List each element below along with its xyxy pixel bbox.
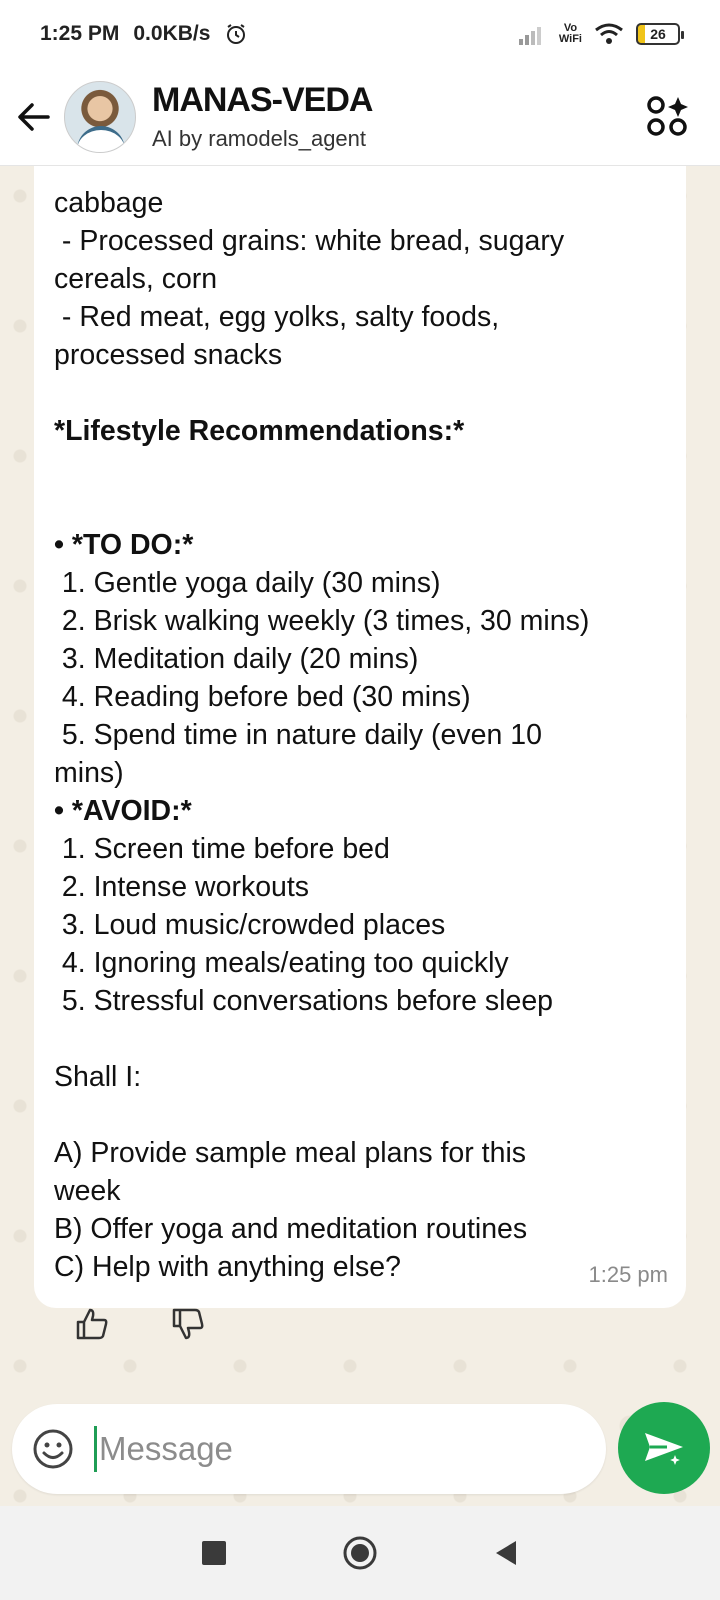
vowifi-bottom: WiFi (558, 33, 582, 45)
todo-item: 4. Reading before bed (30 mins) (54, 681, 471, 713)
message-line: processed snacks (54, 339, 283, 371)
question-line: Shall I: (54, 1061, 142, 1093)
option-line: C) Help with anything else? (54, 1251, 401, 1283)
system-nav-bar (0, 1506, 720, 1600)
todo-item: 3. Meditation daily (20 mins) (54, 643, 419, 675)
text-cursor (94, 1426, 97, 1472)
avoid-item: 1. Screen time before bed (54, 833, 390, 865)
lifestyle-heading: *Lifestyle Recommendations:* (54, 415, 465, 447)
todo-item: 5. Spend time in nature daily (even 10 (54, 719, 542, 751)
wifi-icon (595, 23, 623, 44)
thumbs-down-icon[interactable] (170, 1306, 206, 1342)
avatar[interactable] (64, 80, 136, 153)
back-triangle-icon[interactable] (488, 1535, 524, 1571)
message-line: - Processed grains: white bread, sugary (54, 225, 565, 257)
chat-subtitle: AI by ramodels_agent (152, 126, 367, 151)
message-line: cabbage (54, 187, 164, 219)
title-block[interactable]: MANAS-VEDA AI by ramodels_agent (152, 81, 646, 152)
clipped-line (54, 168, 666, 184)
feedback-reactions (34, 1282, 274, 1366)
todo-item: 2. Brisk walking weekly (3 times, 30 min… (54, 605, 590, 637)
option-line: A) Provide sample meal plans for this (54, 1137, 527, 1169)
status-time: 1:25 PM (40, 22, 120, 45)
send-button[interactable] (618, 1402, 710, 1494)
chat-area[interactable]: cabbage - Processed grains: white bread,… (0, 166, 720, 1506)
todo-item: 1. Gentle yoga daily (30 mins) (54, 567, 441, 599)
message-line: - Red meat, egg yolks, salty foods, (54, 301, 500, 333)
battery-indicator: 26 (636, 23, 684, 45)
option-line: B) Offer yoga and meditation routines (54, 1213, 528, 1245)
arrow-left-icon[interactable] (14, 97, 54, 137)
smiley-icon[interactable] (32, 1428, 74, 1470)
chat-header: MANAS-VEDA AI by ramodels_agent (0, 68, 720, 166)
chat-title: MANAS-VEDA (152, 81, 373, 119)
avoid-heading: • *AVOID:* (54, 795, 192, 827)
option-line: week (54, 1175, 121, 1207)
todo-item: mins) (54, 757, 124, 789)
vowifi-indicator: Vo WiFi (559, 23, 582, 45)
avoid-item: 4. Ignoring meals/eating too quickly (54, 947, 509, 979)
avoid-item: 5. Stressful conversations before sleep (54, 985, 554, 1017)
home-circle-icon[interactable] (342, 1535, 378, 1571)
status-bar: 1:25 PM 0.0KB/s Vo WiFi 26 (0, 0, 720, 68)
message-timestamp: 1:25 pm (588, 1262, 669, 1287)
status-right: Vo WiFi 26 (517, 22, 684, 46)
message-line: cereals, corn (54, 263, 218, 295)
message-input[interactable] (99, 1430, 539, 1468)
avoid-item: 3. Loud music/crowded places (54, 909, 446, 941)
apps-sparkle-icon[interactable] (646, 95, 690, 139)
message-composer (12, 1404, 606, 1494)
recents-square-icon[interactable] (196, 1535, 232, 1571)
status-left: 1:25 PM 0.0KB/s (40, 22, 248, 46)
thumbs-up-icon[interactable] (74, 1306, 110, 1342)
signal-icon (518, 27, 541, 45)
todo-heading: • *TO DO:* (54, 529, 194, 561)
alarm-icon (227, 24, 246, 44)
message-bubble: cabbage - Processed grains: white bread,… (34, 166, 686, 1308)
send-sparkle-icon (645, 1433, 685, 1470)
network-speed: 0.0KB/s (133, 22, 211, 45)
avoid-item: 2. Intense workouts (54, 871, 310, 903)
